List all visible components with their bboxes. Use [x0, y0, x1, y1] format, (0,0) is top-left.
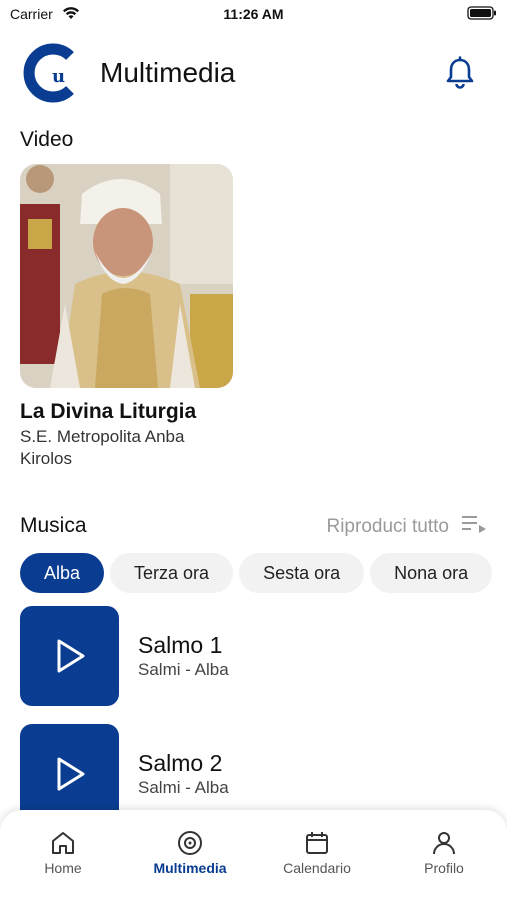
- tab-profilo[interactable]: Profilo: [381, 830, 507, 878]
- video-thumbnail[interactable]: [20, 164, 233, 388]
- tab-home[interactable]: Home: [0, 830, 126, 878]
- svg-text:u: u: [52, 66, 65, 87]
- play-icon: [57, 757, 84, 791]
- app-header: u Multimedia: [0, 42, 507, 106]
- battery-icon: [467, 6, 497, 25]
- disc-icon: [178, 831, 202, 855]
- track-play-button[interactable]: [20, 724, 119, 824]
- playlist-icon: [461, 514, 487, 539]
- track-title: Salmo 2: [138, 750, 223, 776]
- tab-home-label: Home: [44, 860, 82, 876]
- chip-alba[interactable]: Alba: [20, 553, 105, 593]
- chip-nona-ora[interactable]: Nona ora: [370, 553, 493, 593]
- home-icon: [52, 832, 74, 854]
- track-title: Salmo 1: [138, 632, 223, 658]
- chip-sesta-ora[interactable]: Sesta ora: [239, 553, 365, 593]
- tab-profilo-label: Profilo: [424, 860, 464, 876]
- music-section-title: Musica: [20, 514, 87, 537]
- video-author: S.E. Metropolita Anba Kirolos: [20, 427, 185, 468]
- track-subtitle: Salmi - Alba: [138, 660, 229, 679]
- status-bar: Carrier 11:26 AM: [0, 0, 507, 28]
- video-title[interactable]: La Divina Liturgia: [20, 400, 196, 424]
- calendar-icon: [306, 832, 328, 854]
- bottom-tab-bar: Home Multimedia Calendario Profilo: [0, 810, 507, 900]
- list-item[interactable]: Salmo 1 Salmi - Alba: [20, 606, 490, 706]
- tab-multimedia[interactable]: Multimedia: [127, 830, 253, 878]
- list-item[interactable]: Salmo 2 Salmi - Alba: [20, 724, 490, 824]
- tab-multimedia-label: Multimedia: [153, 860, 227, 876]
- person-icon: [433, 832, 455, 855]
- tab-calendario-label: Calendario: [283, 860, 351, 876]
- tab-calendario[interactable]: Calendario: [254, 830, 380, 878]
- chip-terza-ora[interactable]: Terza ora: [110, 553, 234, 593]
- music-category-chips: Alba Terza ora Sesta ora Nona ora: [20, 553, 493, 595]
- bell-icon[interactable]: [445, 56, 475, 90]
- clock-label: 11:26 AM: [223, 6, 284, 22]
- track-subtitle: Salmi - Alba: [138, 778, 229, 797]
- video-section-title: Video: [20, 128, 74, 151]
- play-all-button[interactable]: Riproduci tutto: [326, 514, 487, 539]
- page-title: Multimedia: [100, 57, 236, 88]
- play-icon: [57, 639, 84, 673]
- track-play-button[interactable]: [20, 606, 119, 706]
- play-all-label: Riproduci tutto: [326, 515, 449, 537]
- app-logo: u: [18, 42, 80, 104]
